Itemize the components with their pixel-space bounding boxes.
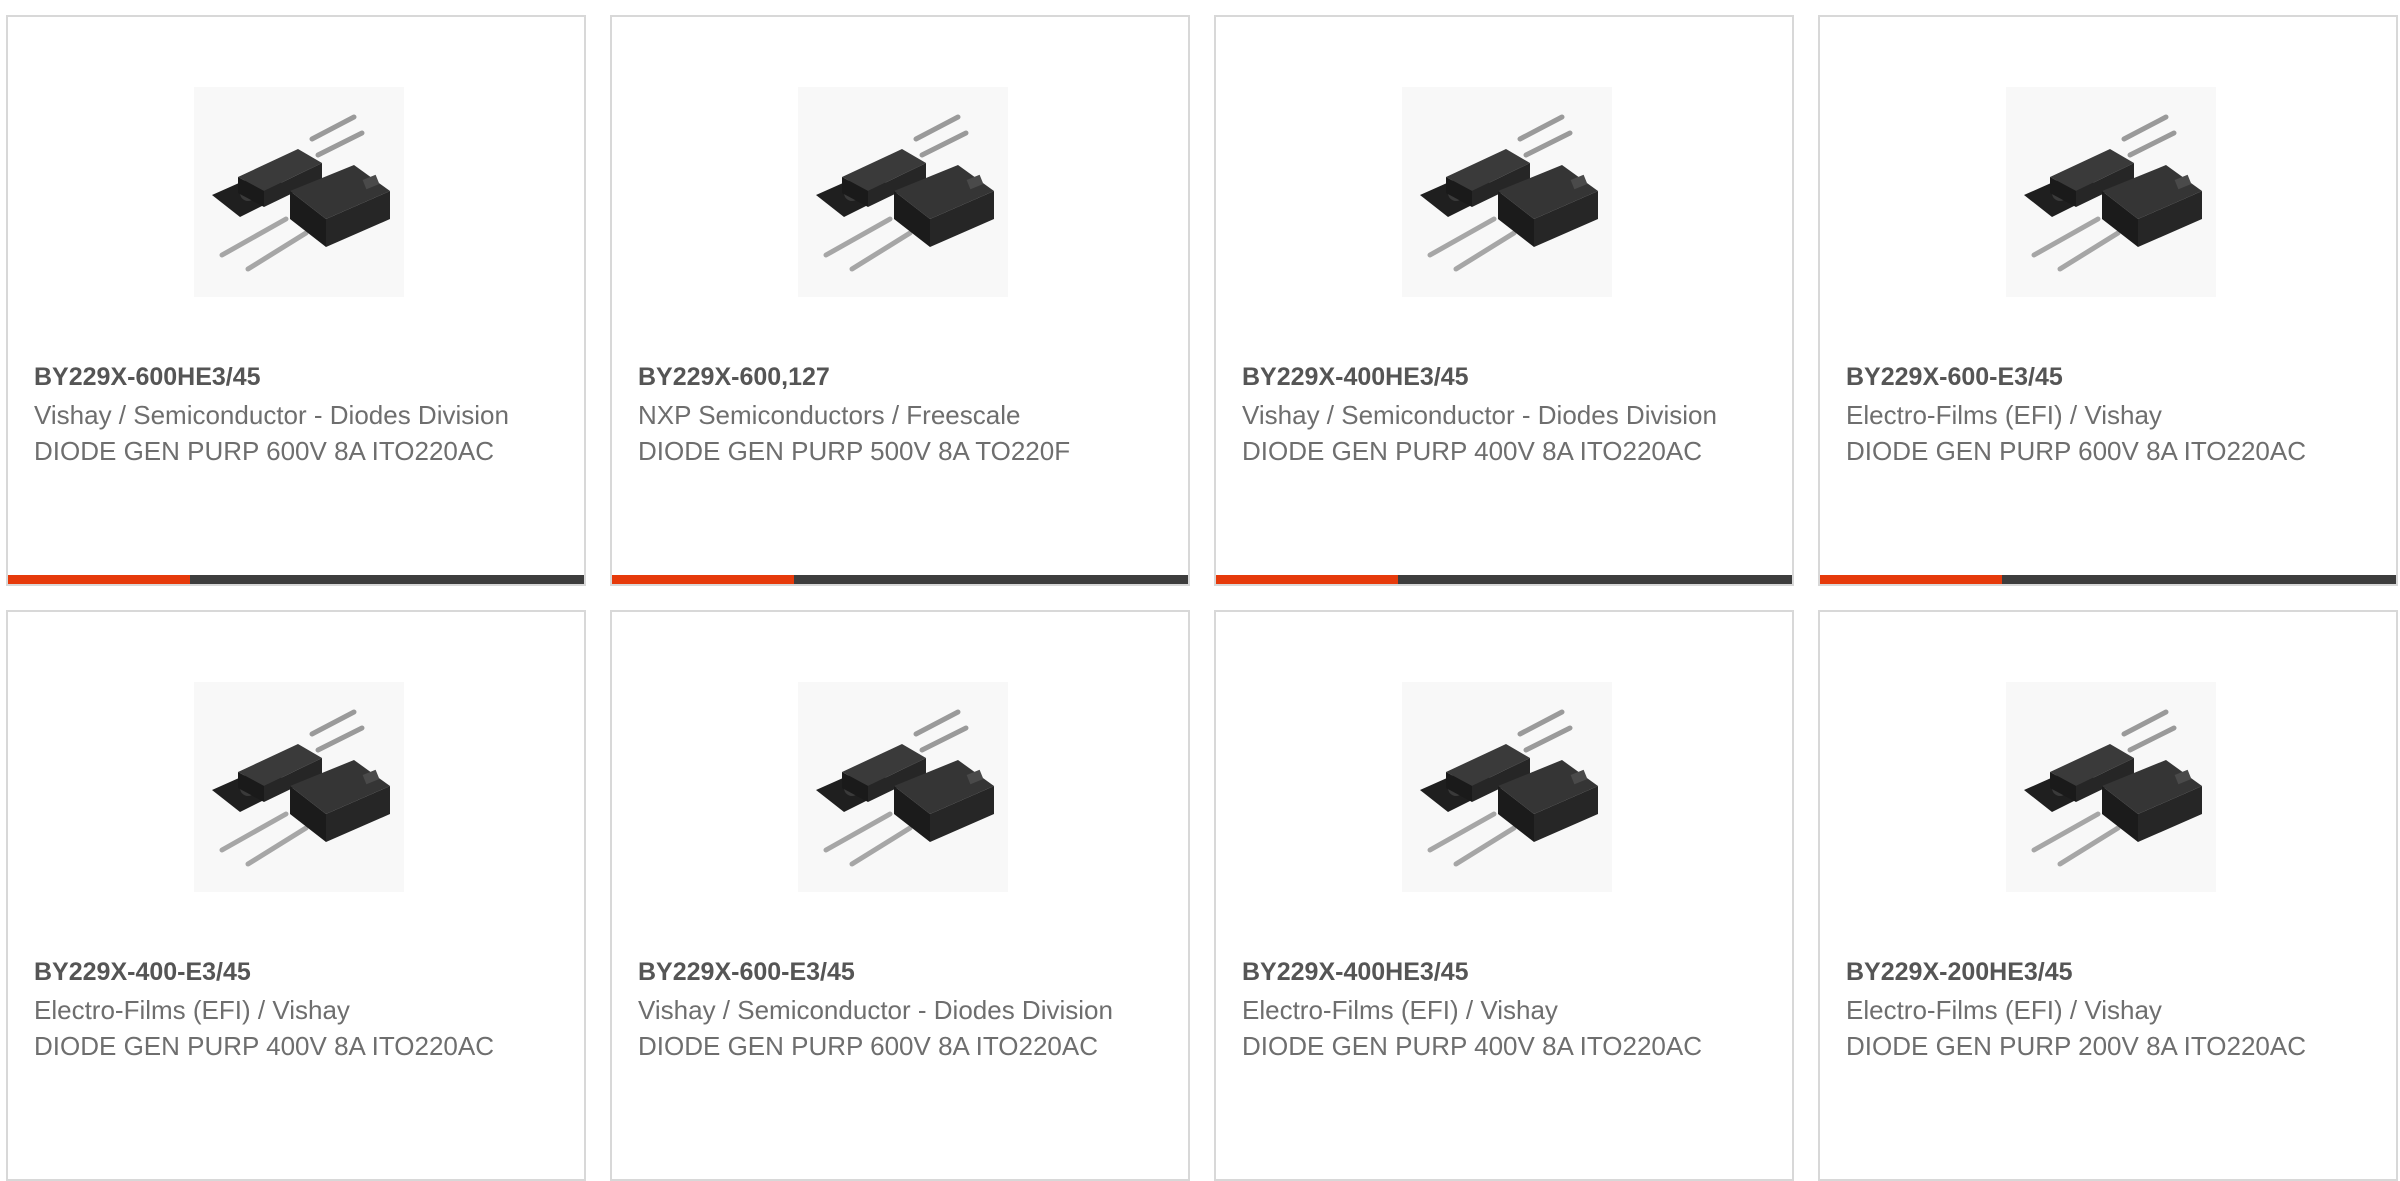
manufacturer-label: Vishay / Semiconductor - Diodes Division [34,400,509,430]
to220-diode-package-icon [194,682,404,892]
manufacturer-label: Electro-Films (EFI) / Vishay [34,995,350,1025]
manufacturer-label: Electro-Films (EFI) / Vishay [1846,400,2162,430]
part-number-link[interactable]: BY229X-200HE3/45 [1846,954,2366,990]
part-number-link[interactable]: BY229X-600HE3/45 [34,359,554,395]
card-bar-accent [8,575,190,584]
description-text: DIODE GEN PURP 500V 8A TO220F [638,436,1071,466]
product-info: BY229X-600HE3/45 Vishay / Semiconductor … [34,359,554,469]
product-info: BY229X-400-E3/45 Electro-Films (EFI) / V… [34,954,554,1064]
card-bottom-bar [612,575,1188,584]
part-number-link[interactable]: BY229X-600-E3/45 [1846,359,2366,395]
description-text: DIODE GEN PURP 400V 8A ITO220AC [1242,1031,1703,1061]
description-text: DIODE GEN PURP 600V 8A ITO220AC [1846,436,2307,466]
product-info: BY229X-600-E3/45 Electro-Films (EFI) / V… [1846,359,2366,469]
product-grid: BY229X-600HE3/45 Vishay / Semiconductor … [6,15,2400,1181]
description-text: DIODE GEN PURP 200V 8A ITO220AC [1846,1031,2307,1061]
product-info: BY229X-400HE3/45 Vishay / Semiconductor … [1242,359,1762,469]
to220-diode-package-icon [1402,87,1612,297]
product-card[interactable]: BY229X-400-E3/45 Electro-Films (EFI) / V… [6,610,586,1181]
description-text: DIODE GEN PURP 400V 8A ITO220AC [34,1031,495,1061]
to220-diode-package-icon [2006,682,2216,892]
manufacturer-label: Electro-Films (EFI) / Vishay [1242,995,1558,1025]
to220-diode-package-icon [1402,682,1612,892]
product-info: BY229X-200HE3/45 Electro-Films (EFI) / V… [1846,954,2366,1064]
product-image[interactable] [798,87,1008,297]
description-text: DIODE GEN PURP 400V 8A ITO220AC [1242,436,1703,466]
to220-diode-package-icon [798,87,1008,297]
manufacturer-label: Vishay / Semiconductor - Diodes Division [638,995,1113,1025]
card-bottom-bar [1820,575,2396,584]
description-text: DIODE GEN PURP 600V 8A ITO220AC [34,436,495,466]
product-card[interactable]: BY229X-600-E3/45 Electro-Films (EFI) / V… [1818,15,2398,586]
card-bar-accent [612,575,794,584]
product-card[interactable]: BY229X-400HE3/45 Vishay / Semiconductor … [1214,15,1794,586]
to220-diode-package-icon [798,682,1008,892]
product-image[interactable] [1402,682,1612,892]
product-card[interactable]: BY229X-600-E3/45 Vishay / Semiconductor … [610,610,1190,1181]
product-info: BY229X-600,127 NXP Semiconductors / Free… [638,359,1158,469]
product-image[interactable] [1402,87,1612,297]
card-bar-accent [1820,575,2002,584]
product-info: BY229X-600-E3/45 Vishay / Semiconductor … [638,954,1158,1064]
part-number-link[interactable]: BY229X-400HE3/45 [1242,359,1762,395]
product-image[interactable] [2006,87,2216,297]
manufacturer-label: NXP Semiconductors / Freescale [638,400,1021,430]
to220-diode-package-icon [194,87,404,297]
to220-diode-package-icon [2006,87,2216,297]
part-number-link[interactable]: BY229X-600,127 [638,359,1158,395]
card-bar-accent [1216,575,1398,584]
card-bottom-bar [8,575,584,584]
part-number-link[interactable]: BY229X-600-E3/45 [638,954,1158,990]
part-number-link[interactable]: BY229X-400-E3/45 [34,954,554,990]
product-image[interactable] [194,682,404,892]
product-card[interactable]: BY229X-200HE3/45 Electro-Films (EFI) / V… [1818,610,2398,1181]
card-bottom-bar [1216,575,1792,584]
product-image[interactable] [2006,682,2216,892]
product-card[interactable]: BY229X-600,127 NXP Semiconductors / Free… [610,15,1190,586]
product-image[interactable] [798,682,1008,892]
product-card[interactable]: BY229X-600HE3/45 Vishay / Semiconductor … [6,15,586,586]
manufacturer-label: Electro-Films (EFI) / Vishay [1846,995,2162,1025]
part-number-link[interactable]: BY229X-400HE3/45 [1242,954,1762,990]
product-card[interactable]: BY229X-400HE3/45 Electro-Films (EFI) / V… [1214,610,1794,1181]
manufacturer-label: Vishay / Semiconductor - Diodes Division [1242,400,1717,430]
product-image[interactable] [194,87,404,297]
description-text: DIODE GEN PURP 600V 8A ITO220AC [638,1031,1099,1061]
product-info: BY229X-400HE3/45 Electro-Films (EFI) / V… [1242,954,1762,1064]
